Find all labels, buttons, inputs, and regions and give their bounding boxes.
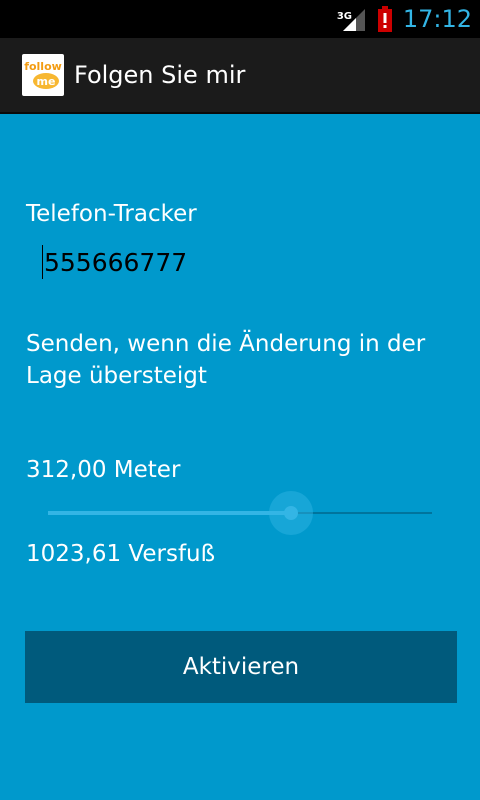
main-content: Telefon-Tracker Senden, wenn die Änderun… — [0, 114, 480, 800]
slider-thumb[interactable] — [284, 506, 298, 520]
logo-text-top: follow — [24, 60, 62, 73]
text-cursor — [42, 245, 43, 279]
threshold-label: Senden, wenn die Änderung in der Lage üb… — [26, 331, 426, 389]
feet-value: 1023,61 Versfuß — [26, 541, 216, 567]
follow-me-logo-icon[interactable]: follow me — [22, 54, 64, 96]
slider-fill — [48, 511, 291, 515]
signal-indicator: 3G — [337, 5, 367, 33]
activate-button[interactable]: Aktivieren — [25, 631, 457, 703]
status-clock: 17:12 — [402, 5, 472, 33]
action-bar: follow me Folgen Sie mir — [0, 38, 480, 114]
signal-icon — [342, 9, 365, 31]
battery-indicator — [377, 6, 393, 32]
phone-tracker-label: Telefon-Tracker — [26, 201, 197, 227]
app-title: Folgen Sie mir — [74, 61, 246, 89]
distance-slider[interactable] — [48, 490, 432, 536]
battery-alert-icon — [377, 6, 392, 32]
status-icons: 3G 17:12 — [337, 0, 472, 38]
meters-value: 312,00 Meter — [26, 457, 181, 483]
logo-text-bottom: me — [37, 75, 56, 88]
phone-number-input[interactable] — [42, 242, 444, 282]
status-bar: 3G 17:12 — [0, 0, 480, 38]
